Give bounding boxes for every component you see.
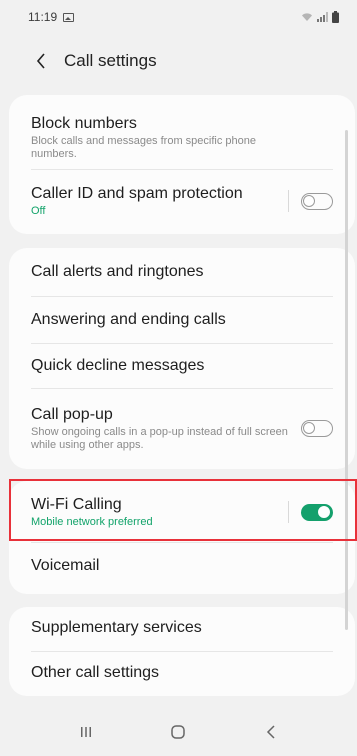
call-alerts-title: Call alerts and ringtones [31,263,204,280]
answering-ending-item[interactable]: Answering and ending calls [9,297,355,343]
block-numbers-subtitle: Block calls and messages from specific p… [31,134,256,160]
row-text: Block numbers Block calls and messages f… [31,114,301,161]
row-text: Caller ID and spam protection Off [31,184,243,218]
row-text: Wi-Fi Calling Mobile network preferred [31,495,153,529]
wifi-calling-item[interactable]: Wi-Fi Calling Mobile network preferred [9,484,355,540]
home-icon[interactable] [158,717,198,747]
divider [31,388,333,389]
settings-card-calls: Call alerts and ringtones Answering and … [9,248,355,469]
back-icon[interactable] [251,717,291,747]
wifi-calling-title: Wi-Fi Calling [31,496,122,513]
gallery-icon [63,12,75,22]
toggle-wrap [288,501,333,523]
voicemail-title: Voicemail [31,556,100,574]
block-numbers-title: Block numbers [31,114,137,132]
call-alerts-item[interactable]: Call alerts and ringtones [9,248,355,296]
answering-ending-title: Answering and ending calls [31,311,226,328]
other-call-settings-title: Other call settings [31,664,160,681]
supplementary-services-item[interactable]: Supplementary services [9,607,355,649]
status-left: 11:19 [28,10,75,24]
caller-id-status: Off [31,205,46,217]
battery-icon [332,11,339,23]
toggle-wrap [288,190,333,212]
vertical-separator [288,190,289,212]
navigation-bar [0,708,357,756]
wifi-icon [302,13,312,21]
wifi-calling-status: Mobile network preferred [31,516,153,528]
caller-id-item[interactable]: Caller ID and spam protection Off [9,179,355,223]
status-time: 11:19 [28,10,58,24]
divider [31,169,333,170]
page-title: Call settings [64,51,157,70]
header: Call settings [0,44,357,78]
toggle-wrap [301,419,333,437]
supplementary-services-title: Supplementary services [31,619,202,636]
quick-decline-title: Quick decline messages [31,357,205,374]
call-popup-item[interactable]: Call pop-up Show ongoing calls in a pop-… [9,396,355,460]
settings-card-blocking: Block numbers Block calls and messages f… [9,95,355,234]
status-right [301,11,339,23]
recents-icon[interactable] [66,717,106,747]
caller-id-toggle[interactable] [301,192,333,210]
call-popup-toggle[interactable] [301,419,333,437]
settings-card-other: Supplementary services Other call settin… [9,607,355,696]
scrollbar[interactable] [345,130,348,630]
settings-card-wifi: Wi-Fi Calling Mobile network preferred V… [9,481,355,594]
signal-icon [317,12,328,22]
row-text: Call pop-up Show ongoing calls in a pop-… [31,405,291,452]
status-bar: 11:19 [0,0,357,34]
other-call-settings-item[interactable]: Other call settings [9,652,355,694]
voicemail-item[interactable]: Voicemail [9,543,355,588]
back-arrow-icon[interactable] [30,50,52,72]
call-popup-subtitle: Show ongoing calls in a pop-up instead o… [31,425,288,451]
block-numbers-item[interactable]: Block numbers Block calls and messages f… [9,109,355,165]
wifi-calling-toggle[interactable] [301,503,333,521]
caller-id-title: Caller ID and spam protection [31,185,243,202]
call-popup-title: Call pop-up [31,405,113,423]
quick-decline-item[interactable]: Quick decline messages [9,344,355,388]
vertical-separator [288,501,289,523]
